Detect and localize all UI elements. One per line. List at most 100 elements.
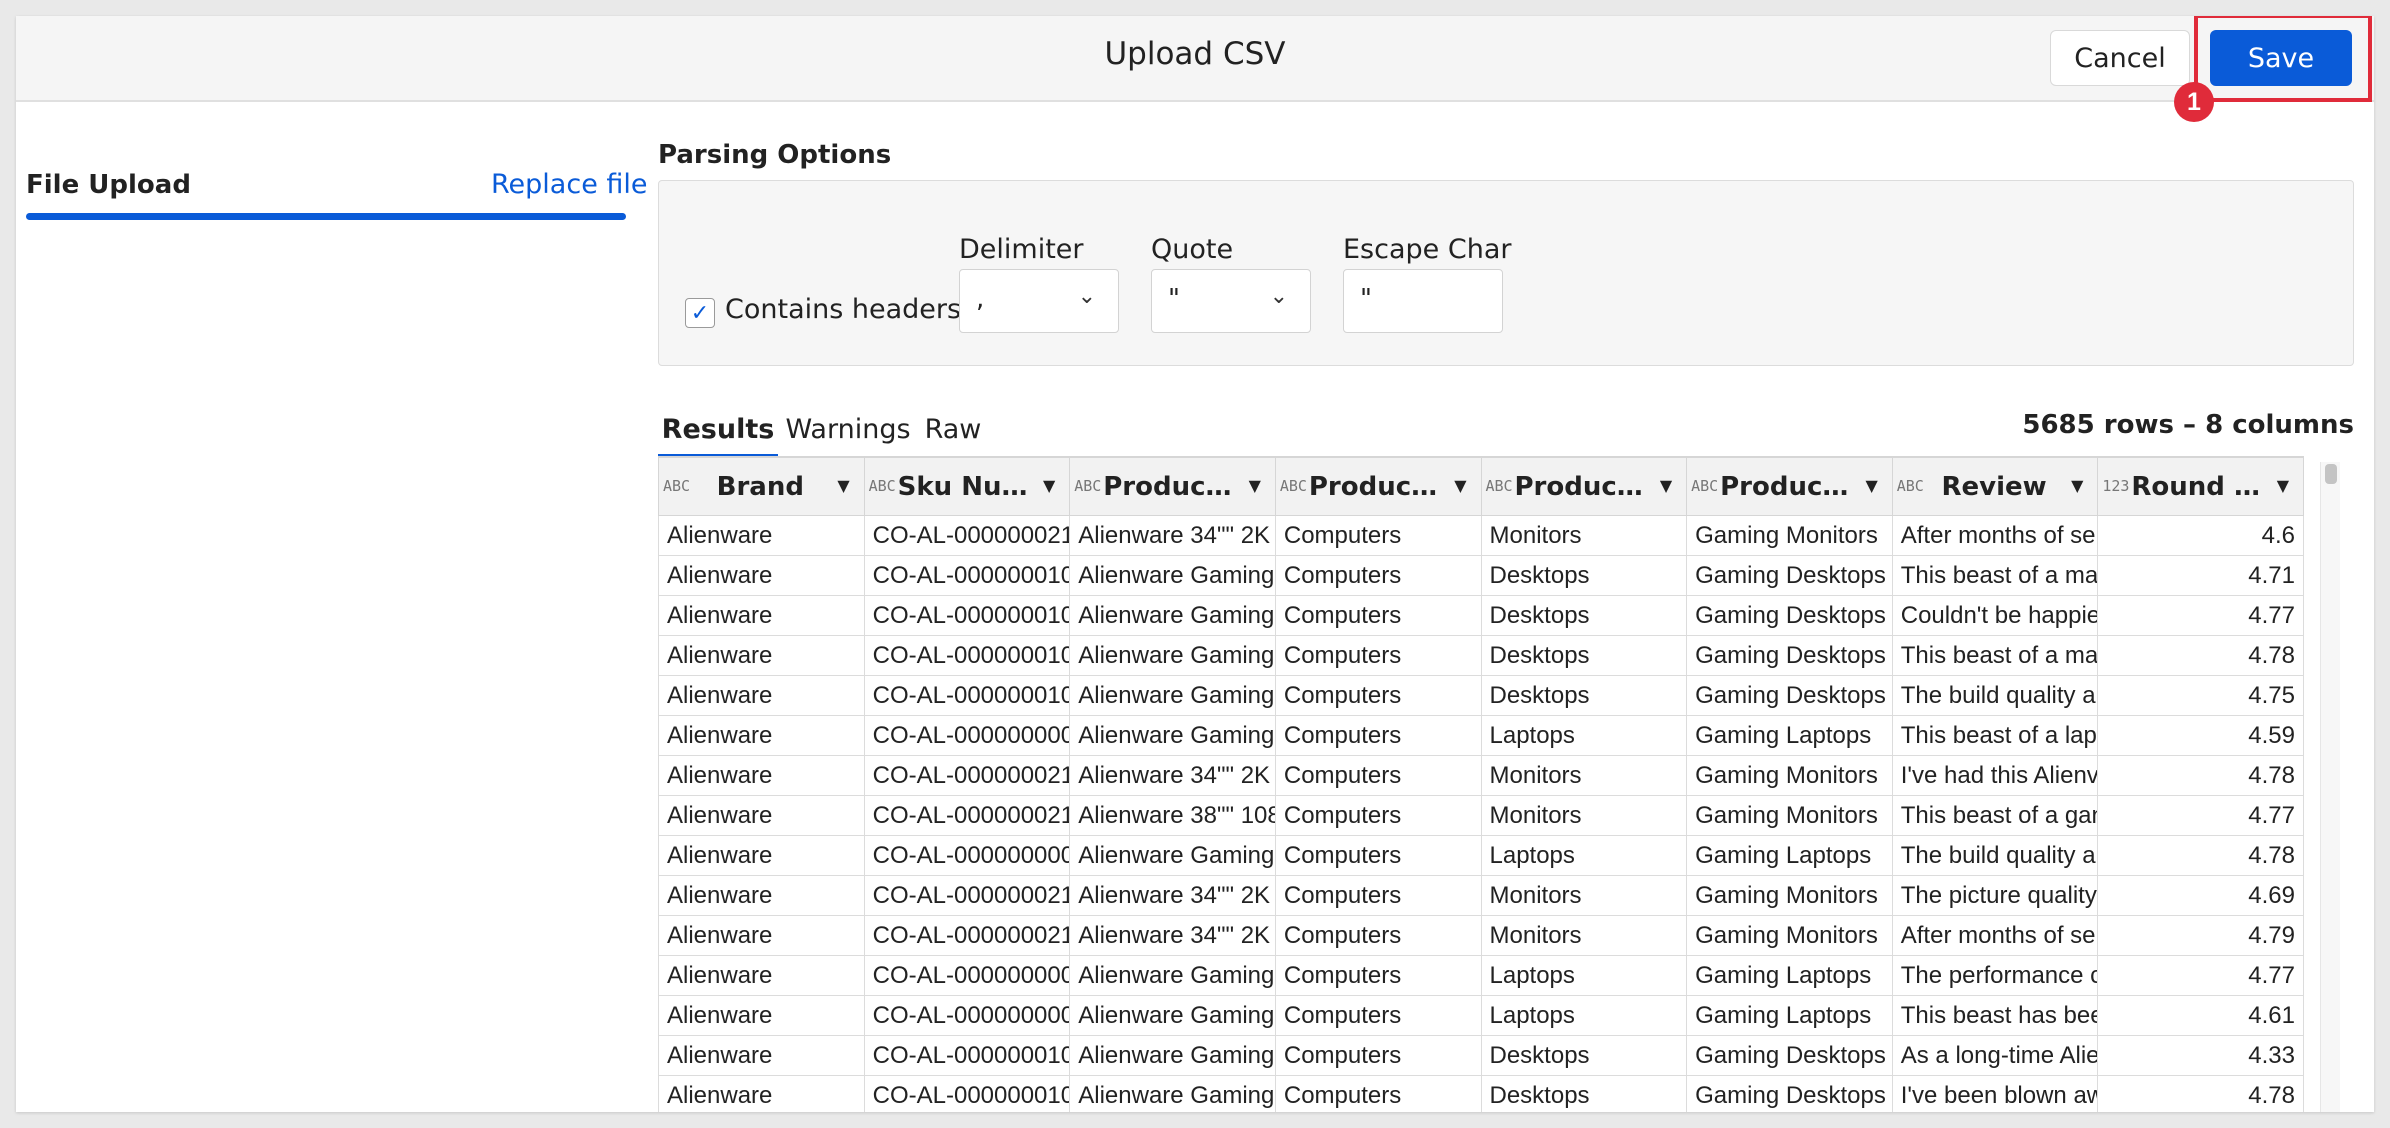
table-cell[interactable]: Computers — [1274, 595, 1482, 636]
table-cell[interactable]: Computers — [1274, 835, 1482, 876]
table-cell[interactable]: 4.78 — [2097, 755, 2304, 796]
table-cell[interactable]: Alienware Gaming — [1069, 1075, 1276, 1112]
table-cell[interactable]: After months of se — [1891, 915, 2099, 956]
table-cell[interactable]: Computers — [1274, 1035, 1482, 1076]
table-cell[interactable]: Alienware — [658, 955, 865, 996]
table-cell[interactable]: Desktops — [1480, 555, 1688, 596]
table-cell[interactable]: Alienware — [658, 755, 865, 796]
sort-caret-icon[interactable]: ▼ — [1043, 476, 1055, 495]
table-cell[interactable]: Alienware — [658, 995, 865, 1036]
table-cell[interactable]: The performance c — [1891, 955, 2099, 996]
column-header-review[interactable]: ABC Review ▼ — [1891, 457, 2099, 516]
table-cell[interactable]: 4.79 — [2097, 915, 2304, 956]
table-cell[interactable]: Alienware Gaming — [1069, 955, 1276, 996]
table-cell[interactable]: Alienware — [658, 635, 865, 676]
table-cell[interactable]: Alienware 34"" 2K — [1069, 875, 1276, 916]
table-cell[interactable]: 4.77 — [2097, 795, 2304, 836]
delimiter-select[interactable]: , ⌄ — [959, 269, 1119, 333]
table-cell[interactable]: 4.78 — [2097, 635, 2304, 676]
table-cell[interactable]: Computers — [1274, 995, 1482, 1036]
table-cell[interactable]: 4.78 — [2097, 1075, 2304, 1112]
table-cell[interactable]: Gaming Laptops — [1686, 955, 1893, 996]
table-cell[interactable]: Alienware Gaming — [1069, 675, 1276, 716]
column-header-product-2[interactable]: ABC Produc… ▼ — [1274, 457, 1482, 516]
table-cell[interactable]: Alienware — [658, 1075, 865, 1112]
table-cell[interactable]: Alienware 38"" 108 — [1069, 795, 1276, 836]
table-cell[interactable]: 4.78 — [2097, 835, 2304, 876]
table-cell[interactable]: Monitors — [1480, 915, 1688, 956]
table-cell[interactable]: Gaming Desktops — [1686, 1075, 1893, 1112]
contains-headers-checkbox[interactable]: ✓ — [685, 298, 715, 328]
scrollbar-thumb[interactable] — [2325, 464, 2337, 484]
save-button[interactable]: Save — [2210, 30, 2352, 86]
table-cell[interactable]: This beast of a gan — [1891, 795, 2099, 836]
table-cell[interactable]: CO-AL-000000010 — [863, 1075, 1071, 1112]
table-cell[interactable]: Computers — [1274, 875, 1482, 916]
table-cell[interactable]: Alienware — [658, 595, 865, 636]
vertical-scrollbar[interactable] — [2320, 462, 2340, 1112]
table-cell[interactable]: Computers — [1274, 675, 1482, 716]
table-cell[interactable]: The build quality a — [1891, 675, 2099, 716]
table-cell[interactable]: CO-AL-000000000 — [863, 995, 1071, 1036]
table-cell[interactable]: Laptops — [1480, 995, 1688, 1036]
table-cell[interactable]: 4.6 — [2097, 515, 2304, 556]
table-cell[interactable]: CO-AL-000000000 — [863, 835, 1071, 876]
table-cell[interactable]: This beast of a lap — [1891, 715, 2099, 756]
table-cell[interactable]: 4.61 — [2097, 995, 2304, 1036]
table-cell[interactable]: Alienware Gaming — [1069, 715, 1276, 756]
table-cell[interactable]: Gaming Monitors — [1686, 875, 1893, 916]
table-cell[interactable]: I've been blown aw — [1891, 1075, 2099, 1112]
escape-char-input[interactable]: " — [1343, 269, 1503, 333]
sort-caret-icon[interactable]: ▼ — [1865, 476, 1877, 495]
table-cell[interactable]: 4.69 — [2097, 875, 2304, 916]
table-cell[interactable]: Desktops — [1480, 675, 1688, 716]
table-cell[interactable]: Computers — [1274, 1075, 1482, 1112]
table-cell[interactable]: Computers — [1274, 795, 1482, 836]
table-cell[interactable]: I've had this Alienv — [1891, 755, 2099, 796]
table-cell[interactable]: This beast of a ma — [1891, 635, 2099, 676]
table-cell[interactable]: Alienware — [658, 835, 865, 876]
table-cell[interactable]: CO-AL-000000021 — [863, 795, 1071, 836]
table-cell[interactable]: CO-AL-000000010 — [863, 555, 1071, 596]
table-cell[interactable]: Alienware Gaming — [1069, 595, 1276, 636]
table-cell[interactable]: Gaming Laptops — [1686, 835, 1893, 876]
table-cell[interactable]: Alienware 34"" 2K — [1069, 515, 1276, 556]
column-header-product-1[interactable]: ABC Produc… ▼ — [1069, 457, 1276, 516]
table-cell[interactable]: Alienware Gaming — [1069, 1035, 1276, 1076]
table-cell[interactable]: Alienware Gaming — [1069, 835, 1276, 876]
table-cell[interactable]: CO-AL-000000010 — [863, 675, 1071, 716]
table-cell[interactable]: Gaming Desktops — [1686, 555, 1893, 596]
table-cell[interactable]: Gaming Monitors — [1686, 795, 1893, 836]
table-cell[interactable]: Computers — [1274, 955, 1482, 996]
table-cell[interactable]: Alienware — [658, 795, 865, 836]
table-cell[interactable]: Desktops — [1480, 595, 1688, 636]
table-cell[interactable]: CO-AL-000000021 — [863, 875, 1071, 916]
table-cell[interactable]: Desktops — [1480, 635, 1688, 676]
sort-caret-icon[interactable]: ▼ — [1454, 476, 1466, 495]
table-cell[interactable]: 4.59 — [2097, 715, 2304, 756]
table-cell[interactable]: 4.77 — [2097, 955, 2304, 996]
table-cell[interactable]: Gaming Desktops — [1686, 675, 1893, 716]
replace-file-link[interactable]: Replace file — [491, 169, 648, 200]
table-cell[interactable]: Alienware — [658, 555, 865, 596]
table-cell[interactable]: CO-AL-000000021 — [863, 755, 1071, 796]
table-cell[interactable]: Computers — [1274, 715, 1482, 756]
table-cell[interactable]: Monitors — [1480, 875, 1688, 916]
table-cell[interactable]: Alienware Gaming — [1069, 555, 1276, 596]
table-cell[interactable]: Alienware Gaming — [1069, 995, 1276, 1036]
table-cell[interactable]: Laptops — [1480, 715, 1688, 756]
sort-caret-icon[interactable]: ▼ — [1249, 476, 1261, 495]
table-cell[interactable]: Laptops — [1480, 835, 1688, 876]
table-cell[interactable]: Alienware — [658, 515, 865, 556]
sort-caret-icon[interactable]: ▼ — [2071, 476, 2083, 495]
table-cell[interactable]: Gaming Desktops — [1686, 635, 1893, 676]
column-header-sku[interactable]: ABC Sku Nu… ▼ — [863, 457, 1071, 516]
table-cell[interactable]: Alienware — [658, 715, 865, 756]
table-cell[interactable]: Alienware — [658, 675, 865, 716]
table-cell[interactable]: Alienware 34"" 2K — [1069, 915, 1276, 956]
table-cell[interactable]: Laptops — [1480, 955, 1688, 996]
column-header-product-4[interactable]: ABC Produc… ▼ — [1686, 457, 1893, 516]
table-cell[interactable]: Gaming Monitors — [1686, 515, 1893, 556]
table-cell[interactable]: Gaming Monitors — [1686, 755, 1893, 796]
table-cell[interactable]: Couldn't be happie — [1891, 595, 2099, 636]
